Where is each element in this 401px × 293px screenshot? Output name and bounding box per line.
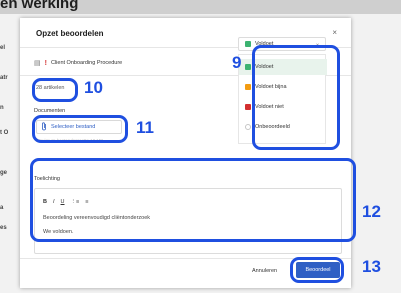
underline-button[interactable]: U: [61, 199, 65, 205]
status-selected: Voldoet: [255, 41, 274, 47]
status-option-label: Voldoet niet: [255, 104, 284, 110]
side-fragment: atr: [0, 75, 8, 81]
editor-toolbar: B I U ⋮≡ ≡: [43, 199, 88, 205]
annotation-number-12: 12: [362, 202, 381, 221]
side-fragment: n: [0, 105, 4, 111]
annotation-number-13: 13: [362, 257, 381, 276]
modal-title: Opzet beoordelen: [36, 29, 104, 38]
explanation-editor[interactable]: B I U ⋮≡ ≡ Beoordeling vereenvoudigd cli…: [34, 188, 342, 254]
orange-square-icon: [245, 84, 251, 90]
side-fragment: ge: [0, 170, 8, 176]
editor-text-line: Beoordeling vereenvoudigd cliëntonderzoe…: [43, 215, 151, 221]
numbered-list-button[interactable]: ⋮≡: [71, 199, 80, 205]
page-heading: en werking: [0, 0, 79, 12]
status-option-label: Voldoet: [255, 64, 274, 70]
warning-icon: !: [44, 59, 47, 67]
submit-button[interactable]: Beoordeel: [296, 262, 340, 278]
upload-hint: Maximum bestandsgrootte 10 MB: [36, 138, 104, 143]
annotation-number-9: 9: [232, 53, 242, 72]
cancel-button[interactable]: Annuleren: [252, 268, 277, 274]
select-file-label: Selecteer bestand: [51, 124, 96, 130]
footer-divider: [20, 258, 351, 259]
procedure-name: Client Onboarding Procedure: [50, 60, 123, 66]
side-fragment: es: [0, 225, 7, 231]
status-option-voldoet[interactable]: Voldoet: [239, 59, 327, 75]
bold-button[interactable]: B: [43, 199, 47, 205]
procedure-row: ▤ ! Client Onboarding Procedure: [34, 56, 264, 70]
chevron-down-icon: ⌄: [314, 41, 320, 47]
status-color-icon: [245, 41, 251, 47]
status-option-voldoet-niet[interactable]: Voldoet niet: [239, 99, 327, 115]
side-fragment: a: [0, 205, 4, 211]
red-square-icon: [245, 104, 251, 110]
documents-label: Documenten: [34, 108, 66, 114]
paperclip-icon: [41, 121, 47, 133]
status-dropdown-menu: Voldoet Voldoet bijna Voldoet niet Onbeo…: [238, 54, 327, 144]
status-option-onbeoordeeld[interactable]: Onbeoordeeld: [239, 119, 327, 135]
annotation-number-10: 10: [84, 78, 103, 97]
status-option-label: Voldoet bijna: [255, 84, 287, 90]
side-fragment: el: [0, 45, 6, 51]
editor-text-line: We voldoen.: [43, 229, 74, 235]
annotation-number-11: 11: [136, 118, 154, 137]
articles-count: 28 artikelen: [36, 85, 65, 91]
status-option-label: Onbeoordeeld: [255, 124, 290, 130]
close-icon[interactable]: ×: [332, 28, 337, 37]
status-option-voldoet-bijna[interactable]: Voldoet bijna: [239, 79, 327, 95]
green-square-icon: [245, 64, 251, 70]
side-fragment: t O: [0, 130, 9, 136]
explanation-label: Toelichting: [34, 176, 60, 182]
document-icon: ▤: [34, 60, 41, 67]
empty-circle-icon: [245, 124, 251, 130]
select-file-button[interactable]: Selecteer bestand: [36, 120, 122, 134]
status-dropdown[interactable]: Voldoet ⌄: [238, 37, 326, 51]
italic-button[interactable]: I: [53, 199, 55, 205]
bullet-list-button[interactable]: ≡: [85, 199, 88, 205]
